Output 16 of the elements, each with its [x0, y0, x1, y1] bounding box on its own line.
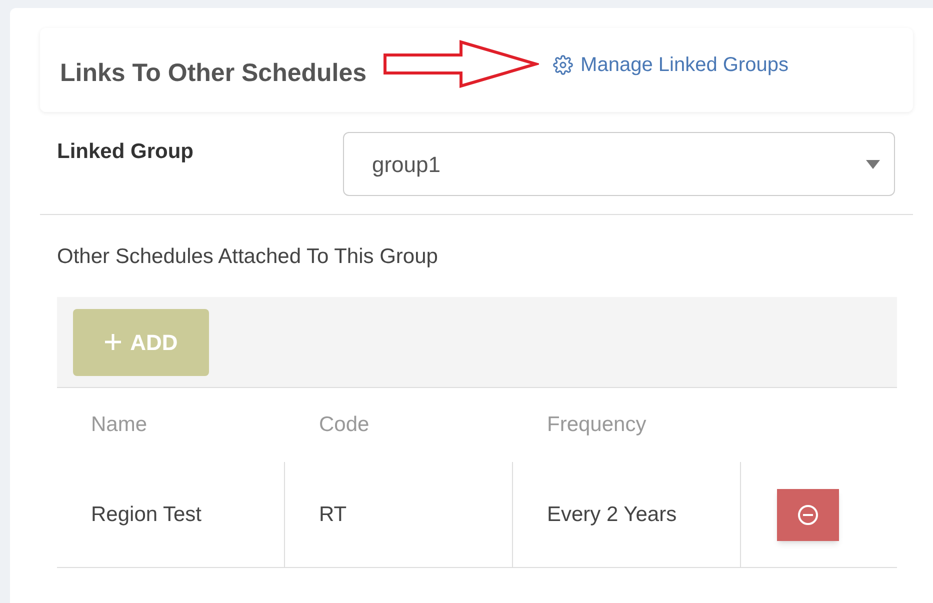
- section-title: Links To Other Schedules: [60, 58, 367, 90]
- caret-icon: [866, 160, 880, 168]
- settings-icon: [552, 55, 573, 75]
- linked-group-select[interactable]: group1: [343, 132, 895, 196]
- column-header: Code: [318, 412, 370, 438]
- remove-button[interactable]: [777, 488, 839, 540]
- section-subtitle: Other Schedules Attached To This Group: [57, 244, 439, 270]
- manage-linked-groups-link[interactable]: Manage Linked Groups: [552, 50, 788, 80]
- column-header: Name: [90, 412, 148, 438]
- plus-icon: [104, 333, 122, 351]
- column-header: Frequency: [546, 412, 648, 438]
- table-cell: Region Test: [57, 462, 285, 567]
- table-cell: RT: [285, 462, 513, 567]
- linked-group-label: Linked Group: [56, 139, 194, 165]
- minus-circle-icon: [797, 504, 819, 526]
- table-cell: Every 2 Years: [513, 462, 741, 567]
